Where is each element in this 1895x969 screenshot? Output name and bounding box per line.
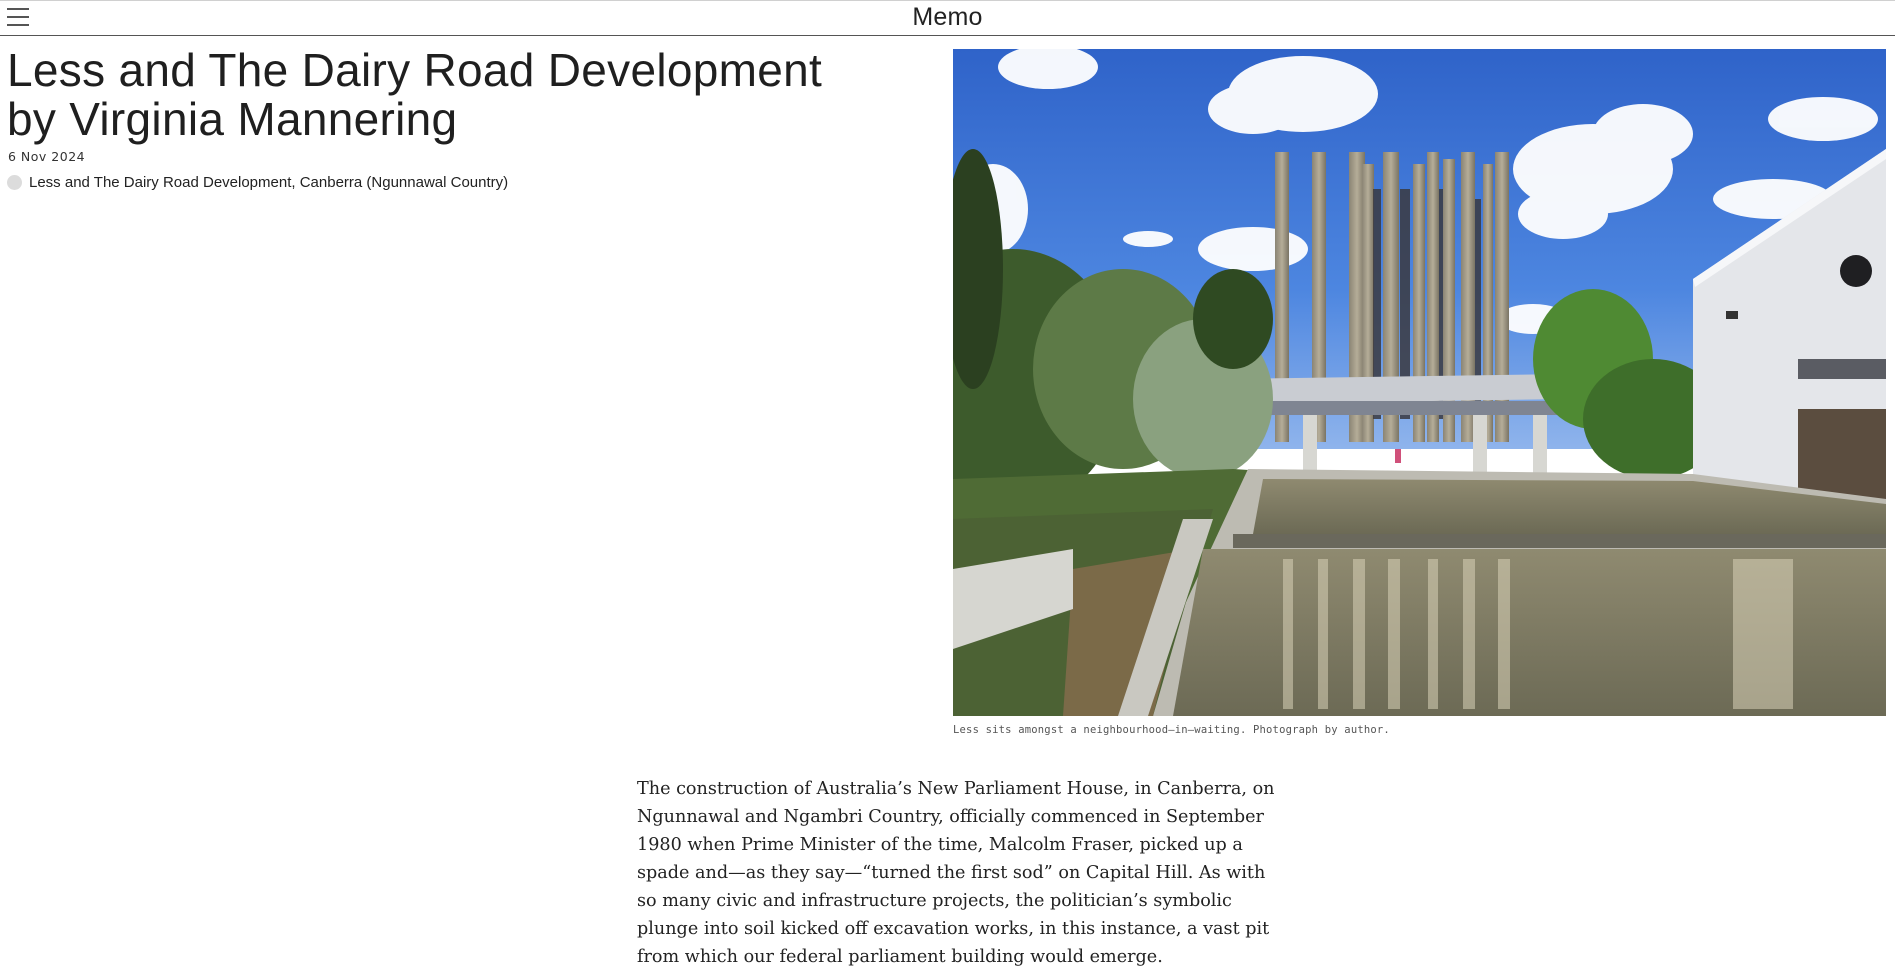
top-bar: Memo xyxy=(0,0,1895,36)
article-title: Less and The Dairy Road Development by V… xyxy=(7,44,823,145)
location-label: Less and The Dairy Road Development, Can… xyxy=(29,174,509,191)
hero-illustration xyxy=(953,49,1886,716)
article-body-paragraph: The construction of Australia’s New Parl… xyxy=(637,779,1275,967)
site-brand[interactable]: Memo xyxy=(0,3,1895,32)
location-dot-icon xyxy=(7,175,22,190)
image-caption: Less sits amongst a neighbourhood—in—wai… xyxy=(953,724,1390,736)
article-location[interactable]: Less and The Dairy Road Development, Can… xyxy=(7,174,508,191)
hero-photograph xyxy=(953,49,1886,716)
article-date: 6 Nov 2024 xyxy=(8,149,86,164)
